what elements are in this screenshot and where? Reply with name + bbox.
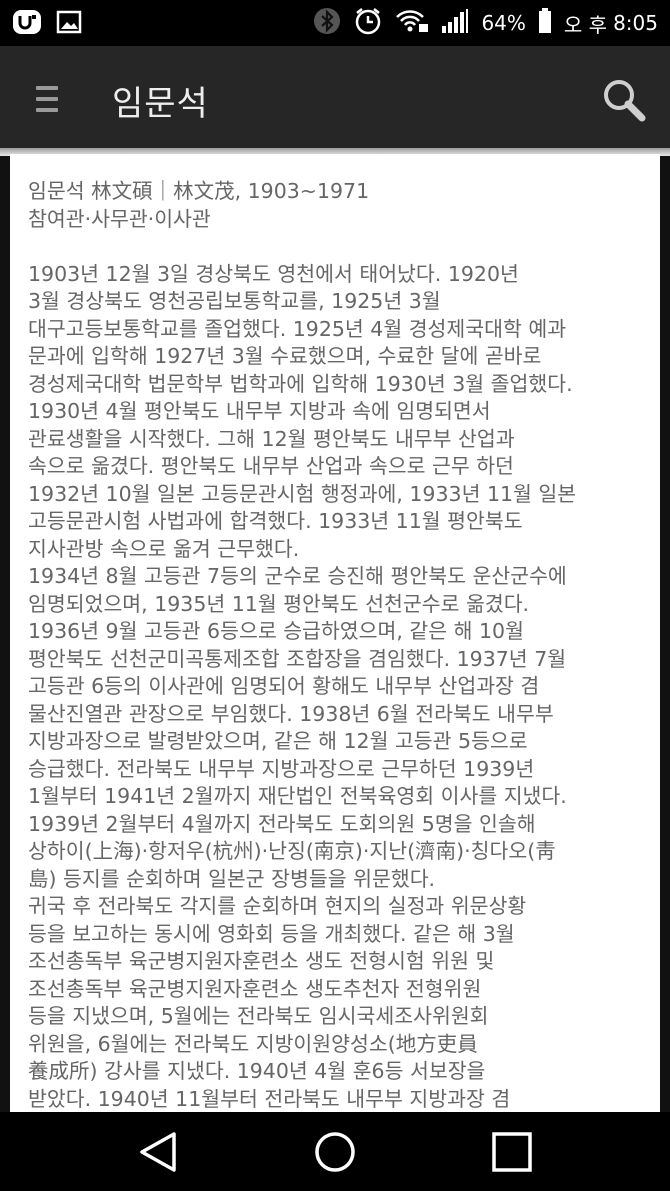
clock-ampm: 오 후 bbox=[563, 12, 608, 37]
article-card[interactable]: 임문석 林文碩｜林文茂, 1903~1971 참여관·사무관·이사관 1903년… bbox=[10, 154, 660, 1112]
search-icon[interactable] bbox=[600, 76, 648, 124]
app-bar: 임문석 bbox=[0, 46, 670, 148]
bluetooth-icon bbox=[313, 7, 341, 40]
gallery-notification-icon bbox=[56, 9, 82, 39]
alarm-icon bbox=[353, 6, 383, 41]
clock-time: 8:05 bbox=[613, 11, 658, 35]
article-text: 임문석 林文碩｜林文茂, 1903~1971 참여관·사무관·이사관 1903년… bbox=[28, 179, 577, 1111]
signal-strength-icon bbox=[441, 8, 469, 39]
page-title: 임문석 bbox=[112, 84, 209, 124]
hamburger-menu-icon[interactable] bbox=[36, 86, 58, 112]
home-circle-icon[interactable] bbox=[313, 1130, 357, 1174]
battery-percent: 64% bbox=[481, 11, 526, 35]
navigation-bar bbox=[0, 1112, 670, 1191]
battery-icon bbox=[538, 7, 552, 39]
uplus-app-icon bbox=[12, 9, 42, 39]
recents-square-icon[interactable] bbox=[490, 1130, 534, 1174]
wifi-lock-icon bbox=[395, 8, 429, 39]
status-bar: 64% 오 후 8:05 bbox=[0, 0, 670, 46]
back-triangle-icon[interactable] bbox=[136, 1130, 180, 1174]
